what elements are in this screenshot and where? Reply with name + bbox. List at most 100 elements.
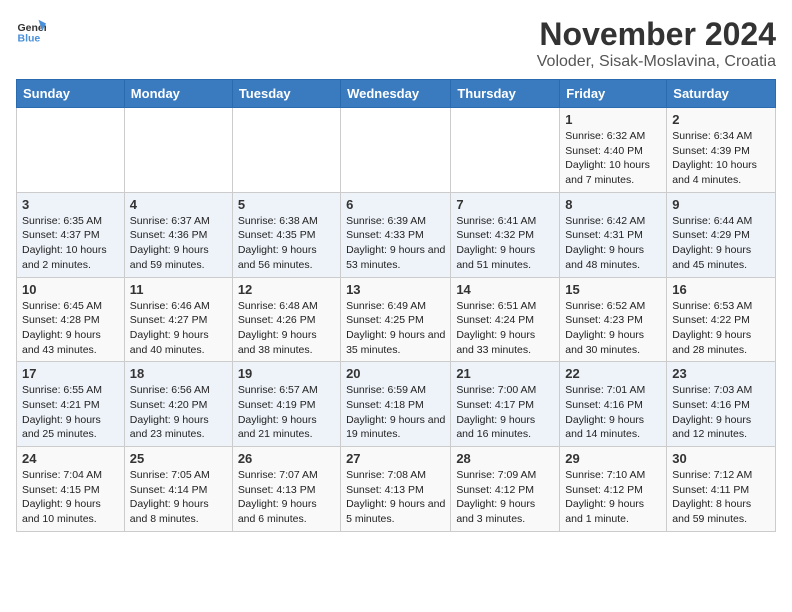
day-number: 24 — [22, 451, 119, 466]
calendar-table: SundayMondayTuesdayWednesdayThursdayFrid… — [16, 79, 776, 532]
day-cell: 6 Sunrise: 6:39 AM Sunset: 4:33 PM Daylig… — [341, 192, 451, 277]
day-info: Sunrise: 6:38 AM Sunset: 4:35 PM Dayligh… — [238, 214, 335, 273]
day-cell: 4 Sunrise: 6:37 AM Sunset: 4:36 PM Daylig… — [124, 192, 232, 277]
day-number: 8 — [565, 197, 661, 212]
day-cell: 13Sunrise: 6:49 AM Sunset: 4:25 PM Dayli… — [341, 277, 451, 362]
day-cell: 22Sunrise: 7:01 AM Sunset: 4:16 PM Dayli… — [560, 362, 667, 447]
day-number: 9 — [672, 197, 770, 212]
day-cell: 25 Sunrise: 7:05 AM Sunset: 4:14 PM Dayli… — [124, 447, 232, 532]
week-row-2: 10Sunrise: 6:45 AM Sunset: 4:28 PM Dayli… — [17, 277, 776, 362]
day-cell — [124, 108, 232, 193]
day-number: 6 — [346, 197, 445, 212]
day-number: 14 — [456, 282, 554, 297]
day-info: Sunrise: 6:52 AM Sunset: 4:23 PM Dayligh… — [565, 299, 661, 358]
header-cell-friday: Friday — [560, 80, 667, 108]
day-cell — [451, 108, 560, 193]
day-info: Sunrise: 6:39 AM Sunset: 4:33 PM Dayligh… — [346, 214, 445, 273]
day-cell: 14 Sunrise: 6:51 AM Sunset: 4:24 PM Dayli… — [451, 277, 560, 362]
day-cell: 2 Sunrise: 6:34 AM Sunset: 4:39 PM Daylig… — [667, 108, 776, 193]
day-info: Sunrise: 6:34 AM Sunset: 4:39 PM Dayligh… — [672, 129, 770, 188]
day-info: Sunrise: 6:46 AM Sunset: 4:27 PM Dayligh… — [130, 299, 227, 358]
day-number: 2 — [672, 112, 770, 127]
day-info: Sunrise: 6:42 AM Sunset: 4:31 PM Dayligh… — [565, 214, 661, 273]
day-cell: 19 Sunrise: 6:57 AM Sunset: 4:19 PM Dayli… — [232, 362, 340, 447]
header-cell-wednesday: Wednesday — [341, 80, 451, 108]
month-title: November 2024 — [537, 16, 776, 53]
day-cell: 27Sunrise: 7:08 AM Sunset: 4:13 PM Dayli… — [341, 447, 451, 532]
day-cell: 24 Sunrise: 7:04 AM Sunset: 4:15 PM Dayli… — [17, 447, 125, 532]
day-cell: 28 Sunrise: 7:09 AM Sunset: 4:12 PM Dayli… — [451, 447, 560, 532]
header-cell-sunday: Sunday — [17, 80, 125, 108]
header-cell-tuesday: Tuesday — [232, 80, 340, 108]
day-cell: 20Sunrise: 6:59 AM Sunset: 4:18 PM Dayli… — [341, 362, 451, 447]
week-row-1: 3 Sunrise: 6:35 AM Sunset: 4:37 PM Daylig… — [17, 192, 776, 277]
day-number: 11 — [130, 282, 227, 297]
day-number: 10 — [22, 282, 119, 297]
week-row-0: 1 Sunrise: 6:32 AM Sunset: 4:40 PM Daylig… — [17, 108, 776, 193]
day-cell: 12Sunrise: 6:48 AM Sunset: 4:26 PM Dayli… — [232, 277, 340, 362]
day-cell: 18 Sunrise: 6:56 AM Sunset: 4:20 PM Dayli… — [124, 362, 232, 447]
day-number: 4 — [130, 197, 227, 212]
day-info: Sunrise: 7:00 AM Sunset: 4:17 PM Dayligh… — [456, 383, 554, 442]
day-info: Sunrise: 6:41 AM Sunset: 4:32 PM Dayligh… — [456, 214, 554, 273]
day-info: Sunrise: 6:57 AM Sunset: 4:19 PM Dayligh… — [238, 383, 335, 442]
day-info: Sunrise: 7:01 AM Sunset: 4:16 PM Dayligh… — [565, 383, 661, 442]
day-info: Sunrise: 6:37 AM Sunset: 4:36 PM Dayligh… — [130, 214, 227, 273]
day-info: Sunrise: 7:05 AM Sunset: 4:14 PM Dayligh… — [130, 468, 227, 527]
logo: General Blue — [16, 16, 46, 46]
day-cell: 9 Sunrise: 6:44 AM Sunset: 4:29 PM Daylig… — [667, 192, 776, 277]
day-number: 21 — [456, 366, 554, 381]
day-info: Sunrise: 6:53 AM Sunset: 4:22 PM Dayligh… — [672, 299, 770, 358]
day-cell — [232, 108, 340, 193]
day-cell: 10Sunrise: 6:45 AM Sunset: 4:28 PM Dayli… — [17, 277, 125, 362]
day-number: 27 — [346, 451, 445, 466]
day-cell: 29 Sunrise: 7:10 AM Sunset: 4:12 PM Dayli… — [560, 447, 667, 532]
day-number: 18 — [130, 366, 227, 381]
day-number: 28 — [456, 451, 554, 466]
day-number: 19 — [238, 366, 335, 381]
header-cell-thursday: Thursday — [451, 80, 560, 108]
day-number: 23 — [672, 366, 770, 381]
day-info: Sunrise: 7:09 AM Sunset: 4:12 PM Dayligh… — [456, 468, 554, 527]
calendar-header-row: SundayMondayTuesdayWednesdayThursdayFrid… — [17, 80, 776, 108]
day-info: Sunrise: 7:03 AM Sunset: 4:16 PM Dayligh… — [672, 383, 770, 442]
day-info: Sunrise: 6:51 AM Sunset: 4:24 PM Dayligh… — [456, 299, 554, 358]
header-cell-saturday: Saturday — [667, 80, 776, 108]
day-number: 3 — [22, 197, 119, 212]
day-number: 5 — [238, 197, 335, 212]
day-number: 7 — [456, 197, 554, 212]
day-cell: 16 Sunrise: 6:53 AM Sunset: 4:22 PM Dayli… — [667, 277, 776, 362]
day-cell: 15 Sunrise: 6:52 AM Sunset: 4:23 PM Dayli… — [560, 277, 667, 362]
day-number: 17 — [22, 366, 119, 381]
day-cell: 1 Sunrise: 6:32 AM Sunset: 4:40 PM Daylig… — [560, 108, 667, 193]
day-number: 15 — [565, 282, 661, 297]
day-number: 25 — [130, 451, 227, 466]
day-info: Sunrise: 6:32 AM Sunset: 4:40 PM Dayligh… — [565, 129, 661, 188]
day-number: 29 — [565, 451, 661, 466]
day-number: 20 — [346, 366, 445, 381]
location-title: Voloder, Sisak-Moslavina, Croatia — [537, 53, 776, 71]
day-cell — [341, 108, 451, 193]
day-info: Sunrise: 7:12 AM Sunset: 4:11 PM Dayligh… — [672, 468, 770, 527]
day-number: 16 — [672, 282, 770, 297]
header-cell-monday: Monday — [124, 80, 232, 108]
day-cell: 23 Sunrise: 7:03 AM Sunset: 4:16 PM Dayli… — [667, 362, 776, 447]
day-cell: 17Sunrise: 6:55 AM Sunset: 4:21 PM Dayli… — [17, 362, 125, 447]
day-number: 30 — [672, 451, 770, 466]
day-cell: 30 Sunrise: 7:12 AM Sunset: 4:11 PM Dayli… — [667, 447, 776, 532]
day-info: Sunrise: 6:35 AM Sunset: 4:37 PM Dayligh… — [22, 214, 119, 273]
day-cell — [17, 108, 125, 193]
header: General Blue November 2024 Voloder, Sisa… — [16, 16, 776, 71]
day-info: Sunrise: 7:10 AM Sunset: 4:12 PM Dayligh… — [565, 468, 661, 527]
day-info: Sunrise: 7:07 AM Sunset: 4:13 PM Dayligh… — [238, 468, 335, 527]
day-cell: 3 Sunrise: 6:35 AM Sunset: 4:37 PM Daylig… — [17, 192, 125, 277]
svg-text:Blue: Blue — [18, 33, 41, 45]
logo-icon: General Blue — [16, 16, 46, 46]
day-number: 13 — [346, 282, 445, 297]
day-info: Sunrise: 6:44 AM Sunset: 4:29 PM Dayligh… — [672, 214, 770, 273]
day-cell: 11 Sunrise: 6:46 AM Sunset: 4:27 PM Dayli… — [124, 277, 232, 362]
day-info: Sunrise: 6:56 AM Sunset: 4:20 PM Dayligh… — [130, 383, 227, 442]
week-row-3: 17Sunrise: 6:55 AM Sunset: 4:21 PM Dayli… — [17, 362, 776, 447]
day-info: Sunrise: 7:04 AM Sunset: 4:15 PM Dayligh… — [22, 468, 119, 527]
day-number: 1 — [565, 112, 661, 127]
